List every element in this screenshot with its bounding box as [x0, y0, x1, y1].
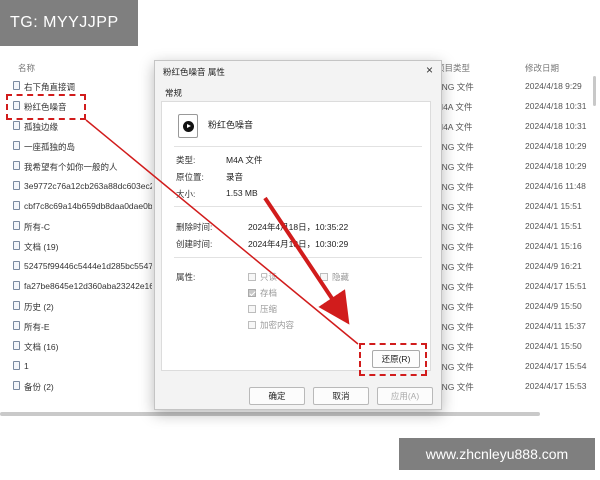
horizontal-scrollbar[interactable] [0, 412, 540, 416]
file-date: 2024/4/1 15:51 [525, 201, 582, 211]
file-name: 文档 (19) [24, 242, 59, 252]
file-icon [13, 201, 20, 210]
file-icon [13, 341, 20, 350]
compress-label: 压缩 [260, 304, 278, 314]
cancel-button[interactable]: 取消 [313, 387, 369, 405]
divider [174, 146, 422, 147]
highlight-box-restore [359, 343, 427, 376]
location-value: 录音 [226, 172, 244, 182]
close-icon[interactable]: × [426, 63, 433, 77]
file-name: 1 [24, 361, 29, 371]
file-date: 2024/4/17 15:53 [525, 381, 587, 391]
file-name: 52475f99446c5444e1d285bc5547 [24, 261, 152, 271]
created-time-value: 2024年4月18日，10:30:29 [248, 239, 349, 249]
highlight-box-selected-file [6, 94, 86, 120]
file-icon [13, 381, 20, 390]
file-name: cbf7c8c69a14b659db8daa0dae0b [24, 201, 152, 211]
checkbox-box-checked [248, 289, 256, 297]
audio-file-icon [13, 121, 20, 130]
file-name: 文档 (16) [24, 342, 59, 352]
size-value: 1.53 MB [226, 188, 258, 198]
file-icon [13, 161, 20, 170]
general-panel: 粉红色噪音 类型: M4A 文件 原位置: 录音 大小: 1.53 MB 删除时… [161, 101, 431, 371]
play-icon [183, 121, 194, 132]
checkbox-box [248, 273, 256, 281]
type-value: M4A 文件 [226, 155, 263, 165]
file-icon [13, 221, 20, 230]
checkbox-box [320, 273, 328, 281]
created-time-label: 创建时间: [176, 239, 213, 249]
encrypt-label: 加密内容 [260, 320, 295, 330]
archive-label: 存档 [260, 288, 278, 298]
divider [174, 257, 422, 258]
file-name: 3e9772c76a12cb263a88dc603ec2 [24, 181, 152, 191]
compress-checkbox[interactable]: 压缩 [248, 303, 277, 315]
vertical-scrollbar[interactable] [593, 76, 596, 106]
file-date: 2024/4/17 15:54 [525, 361, 587, 371]
audio-file-icon [178, 114, 198, 138]
file-name-field[interactable]: 粉红色噪音 [206, 116, 426, 134]
location-label: 原位置: [176, 172, 204, 182]
file-icon [13, 81, 20, 90]
checkbox-box [248, 305, 256, 313]
file-name: 孤独边缘 [24, 122, 59, 132]
watermark-top: TG: MYYJJPP [0, 0, 138, 46]
readonly-label: 只读 [260, 272, 278, 282]
watermark-bottom: www.zhcnleyu888.com [399, 438, 595, 470]
file-date: 2024/4/1 15:51 [525, 221, 582, 231]
file-name: 一座孤独的岛 [24, 142, 76, 152]
file-date: 2024/4/16 11:48 [525, 181, 586, 191]
file-name: fa27be8645e12d360aba23242e16 [24, 281, 152, 291]
file-date: 2024/4/1 15:16 [525, 241, 582, 251]
file-icon [13, 361, 20, 370]
file-date: 2024/4/18 10:29 [525, 161, 587, 171]
file-name: 备份 (2) [24, 382, 54, 392]
file-name: 我希望有个如你一般的人 [24, 162, 118, 172]
file-date: 2024/4/1 15:50 [525, 341, 582, 351]
hidden-label: 隐藏 [332, 272, 350, 282]
file-date: 2024/4/18 10:29 [525, 141, 587, 151]
dialog-title: 粉红色噪音 属性 [163, 67, 225, 77]
file-name: 所有-C [24, 222, 50, 232]
file-name: 右下角直接调 [24, 82, 76, 92]
file-date: 2024/4/18 9:29 [525, 81, 582, 91]
hidden-checkbox[interactable]: 隐藏 [320, 271, 349, 283]
file-date: 2024/4/11 15:37 [525, 321, 586, 331]
column-header-name[interactable]: 名称 [18, 62, 35, 74]
file-date: 2024/4/18 10:31 [525, 101, 587, 111]
file-date: 2024/4/18 10:31 [525, 121, 587, 131]
attributes-label: 属性: [176, 272, 196, 282]
type-label: 类型: [176, 155, 196, 165]
file-name: 历史 (2) [24, 302, 54, 312]
size-label: 大小: [176, 189, 196, 199]
file-date: 2024/4/9 15:50 [525, 301, 582, 311]
file-icon [13, 261, 20, 270]
file-icon [13, 301, 20, 310]
ok-button[interactable]: 确定 [249, 387, 305, 405]
file-icon [13, 321, 20, 330]
column-header-date[interactable]: 修改日期 [525, 62, 559, 74]
apply-button[interactable]: 应用(A) [377, 387, 433, 405]
divider [174, 206, 422, 207]
checkbox-box [248, 321, 256, 329]
deleted-time-value: 2024年4月18日，10:35:22 [248, 222, 349, 232]
file-icon [13, 181, 20, 190]
file-icon [13, 241, 20, 250]
file-date: 2024/4/9 16:21 [525, 261, 582, 271]
file-date: 2024/4/17 15:51 [525, 281, 587, 291]
deleted-time-label: 删除时间: [176, 222, 213, 232]
file-icon [13, 141, 20, 150]
archive-checkbox[interactable]: 存档 [248, 287, 277, 299]
readonly-checkbox[interactable]: 只读 [248, 271, 277, 283]
encrypt-checkbox[interactable]: 加密内容 [248, 319, 294, 331]
file-icon [13, 281, 20, 290]
file-name: 所有-E [24, 322, 50, 332]
